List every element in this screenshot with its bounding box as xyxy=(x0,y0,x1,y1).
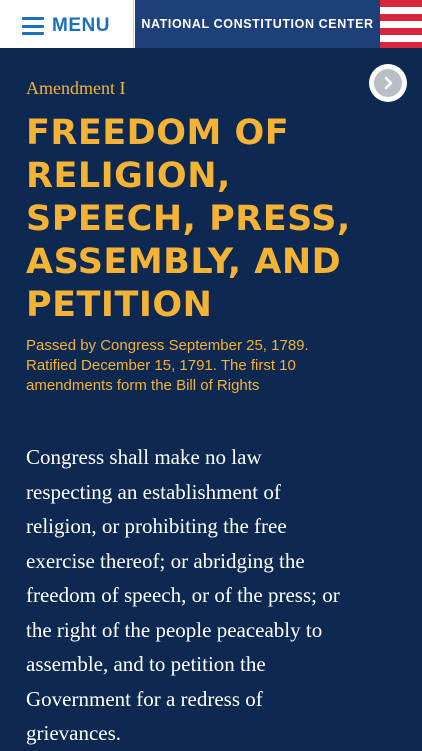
header-divider xyxy=(133,0,134,48)
top-bar: MENU NATIONAL CONSTITUTION CENTER xyxy=(0,0,422,50)
flag-stripe xyxy=(380,7,422,14)
menu-button[interactable]: MENU xyxy=(22,14,110,38)
hamburger-icon xyxy=(22,17,44,35)
flag-stripe xyxy=(380,28,422,35)
amendment-text: Congress shall make no law respecting an… xyxy=(26,445,340,745)
brand-name: NATIONAL CONSTITUTION CENTER xyxy=(141,17,374,31)
menu-label: MENU xyxy=(52,15,110,36)
chevron-right-icon xyxy=(374,69,402,97)
flag-stripe xyxy=(380,35,422,42)
flag-stripe xyxy=(380,42,422,48)
flag-stripe xyxy=(380,21,422,28)
amendment-title: FREEDOM OF RELIGION, SPEECH, PRESS, ASSE… xyxy=(26,113,351,325)
flag-stripes-icon xyxy=(380,0,422,48)
flag-stripe xyxy=(380,14,422,21)
ratification-info: Passed by Congress September 25, 1789. R… xyxy=(26,337,309,394)
next-amendment-button[interactable] xyxy=(369,64,407,102)
brand-logo[interactable]: NATIONAL CONSTITUTION CENTER xyxy=(135,0,380,48)
amendment-number: Amendment I xyxy=(26,78,126,98)
flag-stripe xyxy=(380,0,422,7)
